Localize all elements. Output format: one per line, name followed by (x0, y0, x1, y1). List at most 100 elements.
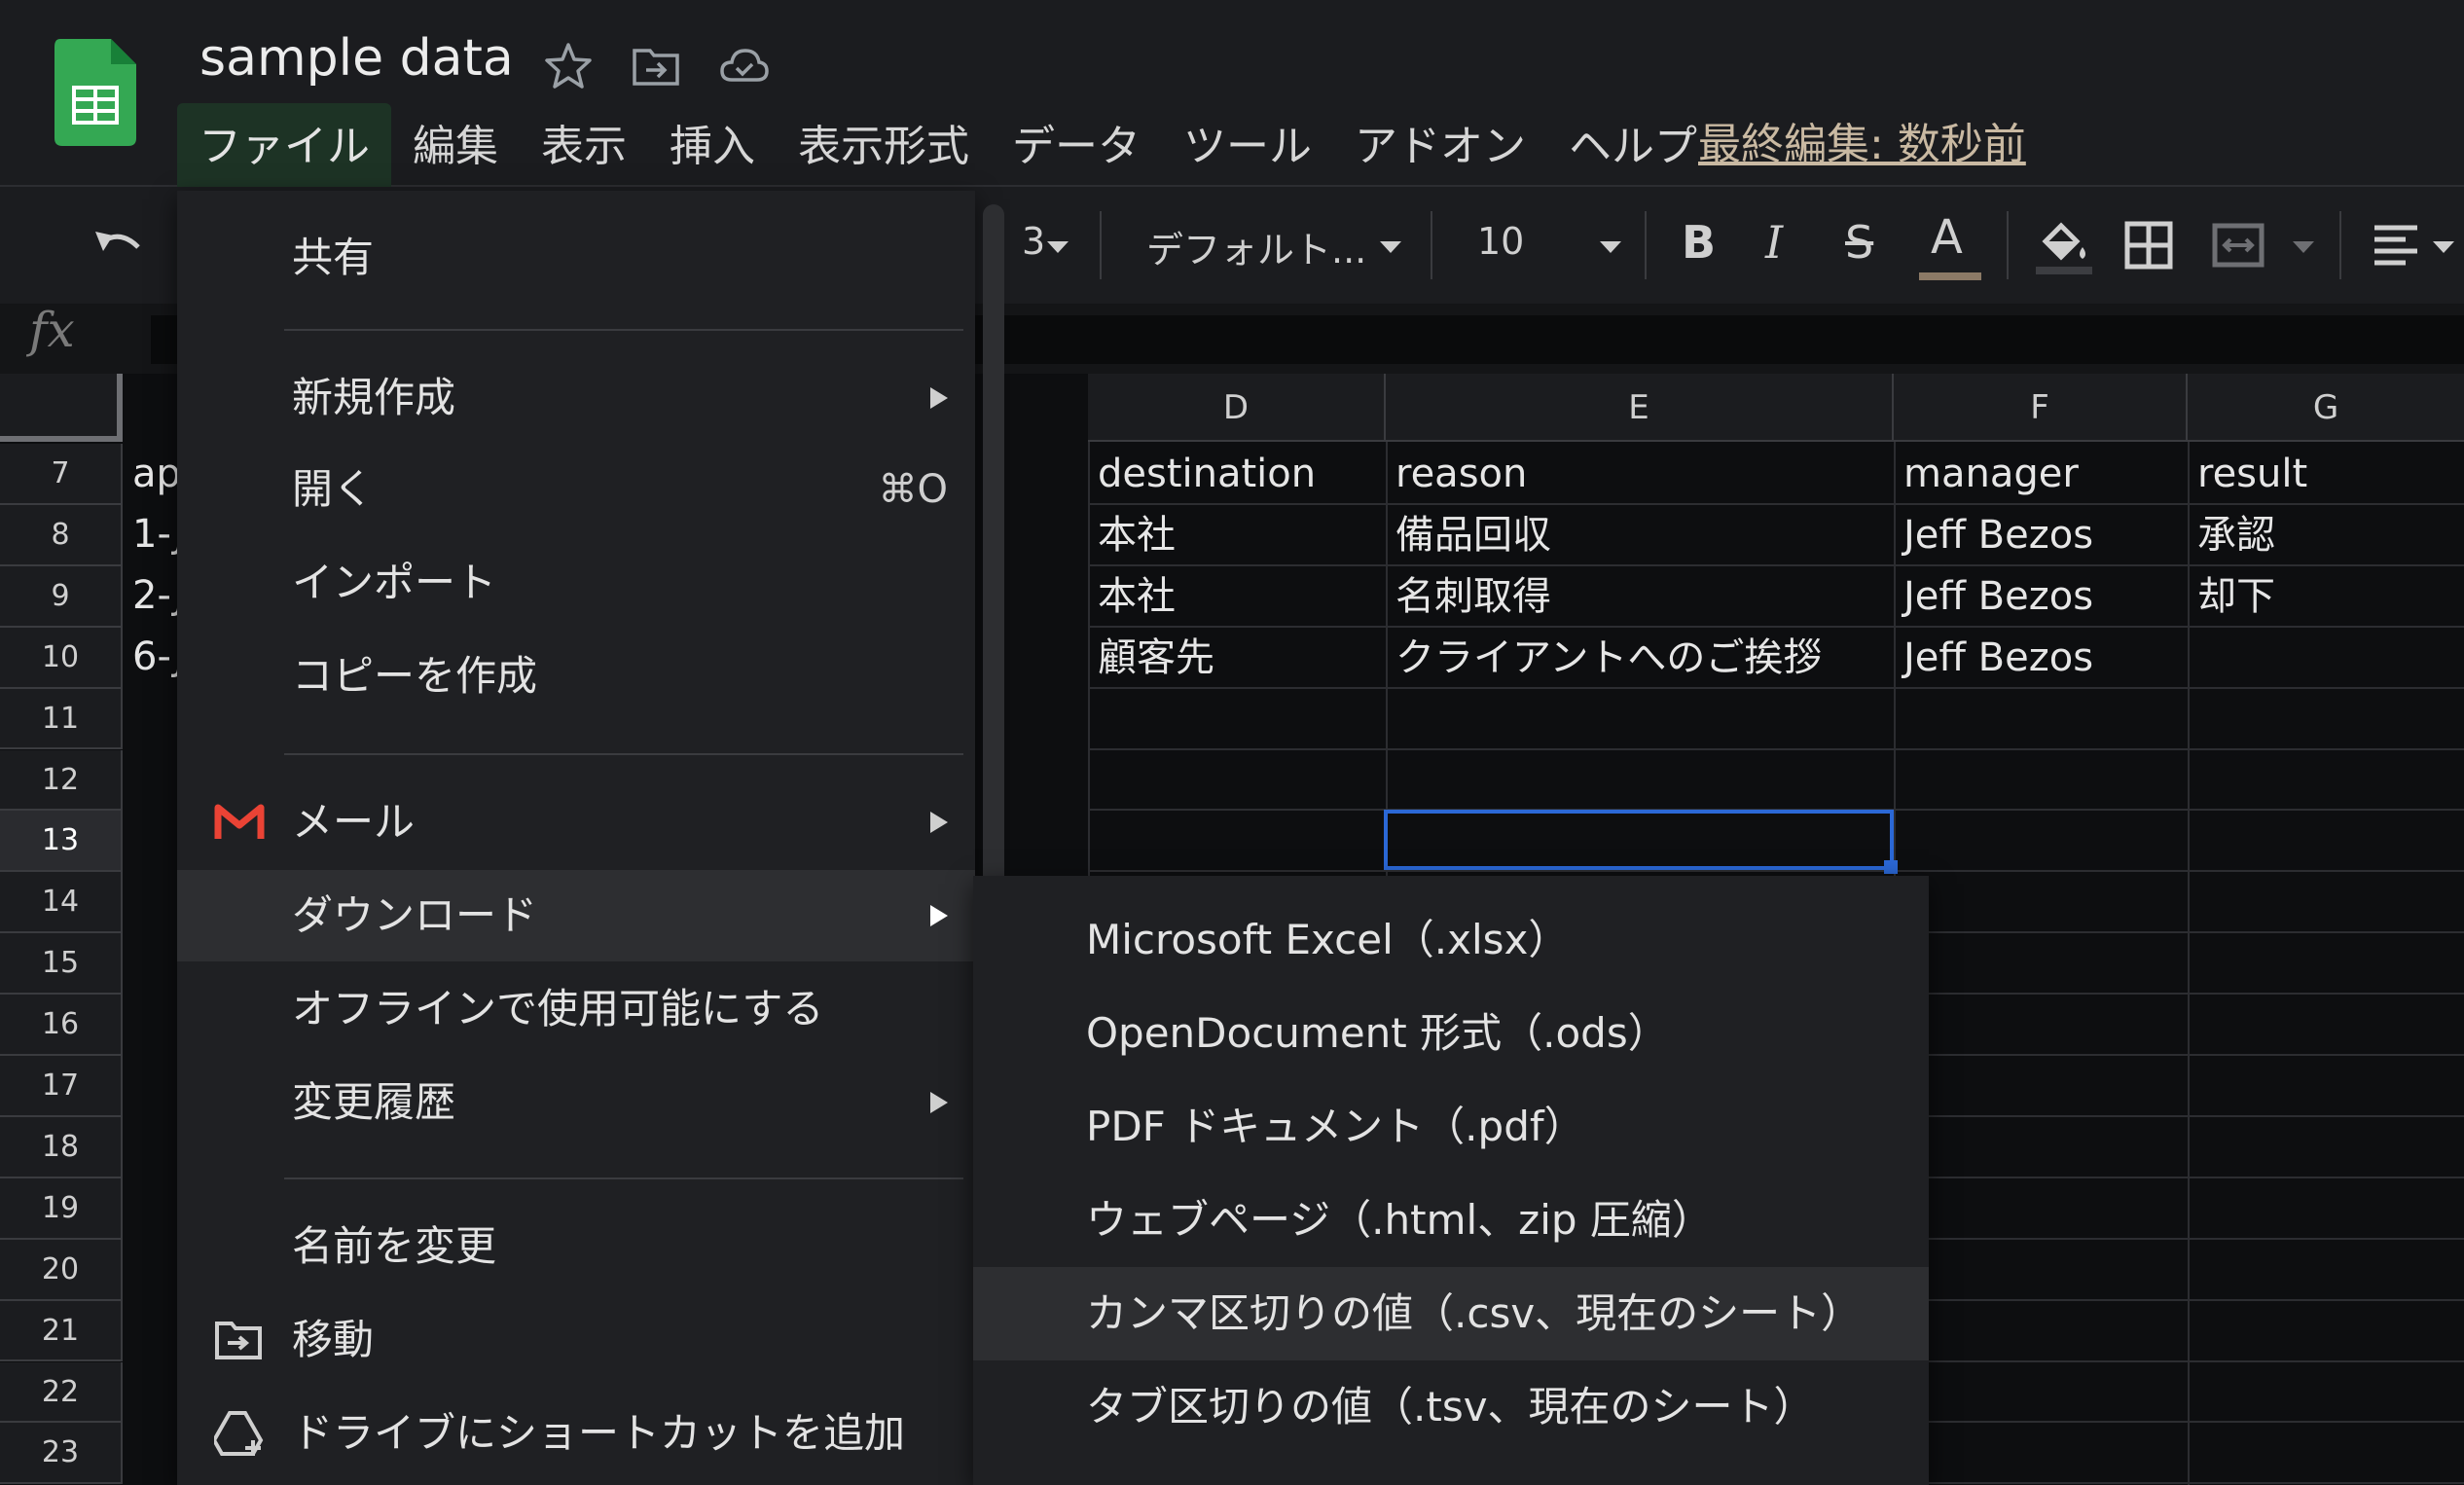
file-menu-import[interactable]: インポート (177, 537, 975, 629)
fill-handle[interactable] (1884, 860, 1898, 874)
menu-separator (284, 753, 963, 755)
font-size-caret-icon[interactable] (1600, 241, 1621, 253)
cell-f8[interactable]: Jeff Bezos (1894, 505, 2188, 566)
download-pdf[interactable]: PDF ドキュメント（.pdf） (973, 1080, 1929, 1174)
download-xlsx[interactable]: Microsoft Excel（.xlsx） (973, 893, 1929, 987)
file-menu-email[interactable]: メール (177, 777, 975, 868)
selected-cell-e13[interactable] (1384, 810, 1894, 870)
align-caret-icon[interactable] (2433, 241, 2454, 253)
merge-cells-icon[interactable] (2207, 214, 2269, 276)
file-menu-new[interactable]: 新規作成 (177, 352, 975, 444)
row-header[interactable]: 19 (0, 1177, 123, 1240)
file-menu-download[interactable]: ダウンロード (177, 870, 975, 961)
file-menu-add-shortcut[interactable]: ドライブにショートカットを追加 (177, 1388, 975, 1479)
menu-insert[interactable]: 挿入 (648, 103, 777, 191)
cell-g10[interactable] (2188, 628, 2464, 689)
row-header[interactable]: 18 (0, 1116, 123, 1178)
row-header[interactable]: 23 (0, 1423, 123, 1485)
download-html[interactable]: ウェブページ（.html、zip 圧縮） (973, 1174, 1929, 1267)
row-header[interactable]: 22 (0, 1361, 123, 1424)
column-header-g[interactable]: G (2188, 374, 2464, 442)
row-header[interactable]: 17 (0, 1056, 123, 1117)
cell-e9[interactable]: 名刺取得 (1386, 566, 1894, 628)
file-menu-open[interactable]: 開く ⌘O (177, 444, 975, 535)
cell-d7[interactable]: destination (1088, 444, 1386, 505)
menu-help[interactable]: ヘルプ (1547, 103, 1719, 191)
document-title[interactable]: sample data (199, 29, 514, 88)
file-menu-share[interactable]: 共有 (177, 212, 975, 304)
row-header[interactable]: 8 (0, 504, 123, 566)
row-header[interactable]: 10 (0, 627, 123, 689)
file-menu-move[interactable]: 移動 (177, 1294, 975, 1386)
menu-tools[interactable]: ツール (1162, 103, 1333, 191)
gmail-icon (214, 804, 265, 839)
row-header[interactable]: 7 (0, 444, 123, 505)
submenu-arrow-icon (930, 387, 948, 409)
fill-color-icon[interactable] (2032, 214, 2094, 276)
column-header-f[interactable]: F (1894, 374, 2188, 442)
cell-f7[interactable]: manager (1894, 444, 2188, 505)
row-header[interactable]: 11 (0, 688, 123, 750)
file-menu-offline[interactable]: オフラインで使用可能にする (177, 963, 975, 1055)
menu-edit[interactable]: 編集 (391, 103, 520, 191)
cell-d10[interactable]: 顧客先 (1088, 628, 1386, 689)
font-family-select[interactable]: デフォルト... (1146, 220, 1366, 273)
zoom-caret-icon[interactable] (1047, 241, 1069, 253)
cell-g9[interactable]: 却下 (2188, 566, 2464, 628)
strikethrough-button[interactable]: S (1845, 216, 1873, 269)
toolbar-divider (1645, 211, 1647, 279)
file-menu-rename[interactable]: 名前を変更 (177, 1201, 975, 1292)
row-header[interactable]: 14 (0, 872, 123, 934)
last-edit-link[interactable]: 最終編集: 数秒前 (1698, 109, 2026, 171)
cell-a9[interactable]: 2-J (125, 565, 177, 626)
italic-button[interactable]: I (1765, 216, 1783, 269)
cell-a10[interactable]: 6-J (125, 627, 177, 687)
merge-caret-icon[interactable] (2293, 241, 2314, 253)
cloud-saved-icon[interactable] (718, 41, 769, 91)
row-header[interactable]: 13 (0, 811, 123, 873)
download-tsv[interactable]: タブ区切りの値（.tsv、現在のシート） (973, 1360, 1929, 1454)
menu-file[interactable]: ファイル (177, 103, 391, 191)
cell-d8[interactable]: 本社 (1088, 505, 1386, 566)
cell-f9[interactable]: Jeff Bezos (1894, 566, 2188, 628)
star-icon[interactable] (543, 41, 594, 91)
menu-data[interactable]: データ (991, 103, 1162, 191)
cell-f10[interactable]: Jeff Bezos (1894, 628, 2188, 689)
submenu-arrow-icon (930, 905, 948, 926)
font-size-select[interactable]: 10 (1477, 220, 1524, 263)
text-color-button[interactable]: A (1931, 210, 1963, 265)
row-header[interactable]: 20 (0, 1239, 123, 1301)
bold-button[interactable]: B (1682, 216, 1716, 269)
column-header-e[interactable]: E (1386, 374, 1894, 442)
cell-e10[interactable]: クライアントへのご挨拶 (1386, 628, 1894, 689)
move-folder-icon[interactable] (631, 41, 681, 91)
menu-format[interactable]: 表示形式 (777, 103, 991, 191)
file-menu-version-history[interactable]: 変更履歴 (177, 1057, 975, 1148)
undo-icon[interactable] (91, 222, 148, 271)
row-header[interactable]: 16 (0, 995, 123, 1056)
menu-addons[interactable]: アドオン (1333, 103, 1547, 191)
row-header[interactable]: 9 (0, 565, 123, 628)
toolbar-divider (1431, 211, 1432, 279)
download-ods[interactable]: OpenDocument 形式（.ods） (973, 987, 1929, 1080)
cell-e7[interactable]: reason (1386, 444, 1894, 505)
zoom-select[interactable]: 3 (1022, 220, 1045, 263)
cell-g8[interactable]: 承認 (2188, 505, 2464, 566)
sheets-logo-icon[interactable] (54, 39, 136, 146)
column-header-d[interactable]: D (1088, 374, 1386, 442)
row-header[interactable]: 15 (0, 933, 123, 996)
cell-a7[interactable]: ap (125, 444, 177, 504)
cell-e8[interactable]: 備品回収 (1386, 505, 1894, 566)
download-csv[interactable]: カンマ区切りの値（.csv、現在のシート） (973, 1267, 1929, 1360)
font-family-caret-icon[interactable] (1380, 241, 1401, 253)
borders-icon[interactable] (2118, 214, 2180, 276)
row-header[interactable]: 12 (0, 749, 123, 812)
row-header[interactable]: 21 (0, 1300, 123, 1362)
select-all-corner[interactable] (0, 374, 123, 442)
cell-a8[interactable]: 1-J (125, 504, 177, 564)
align-left-icon[interactable] (2367, 214, 2429, 276)
menu-view[interactable]: 表示 (520, 103, 648, 191)
file-menu-make-copy[interactable]: コピーを作成 (177, 631, 975, 722)
cell-d9[interactable]: 本社 (1088, 566, 1386, 628)
cell-g7[interactable]: result (2188, 444, 2464, 505)
